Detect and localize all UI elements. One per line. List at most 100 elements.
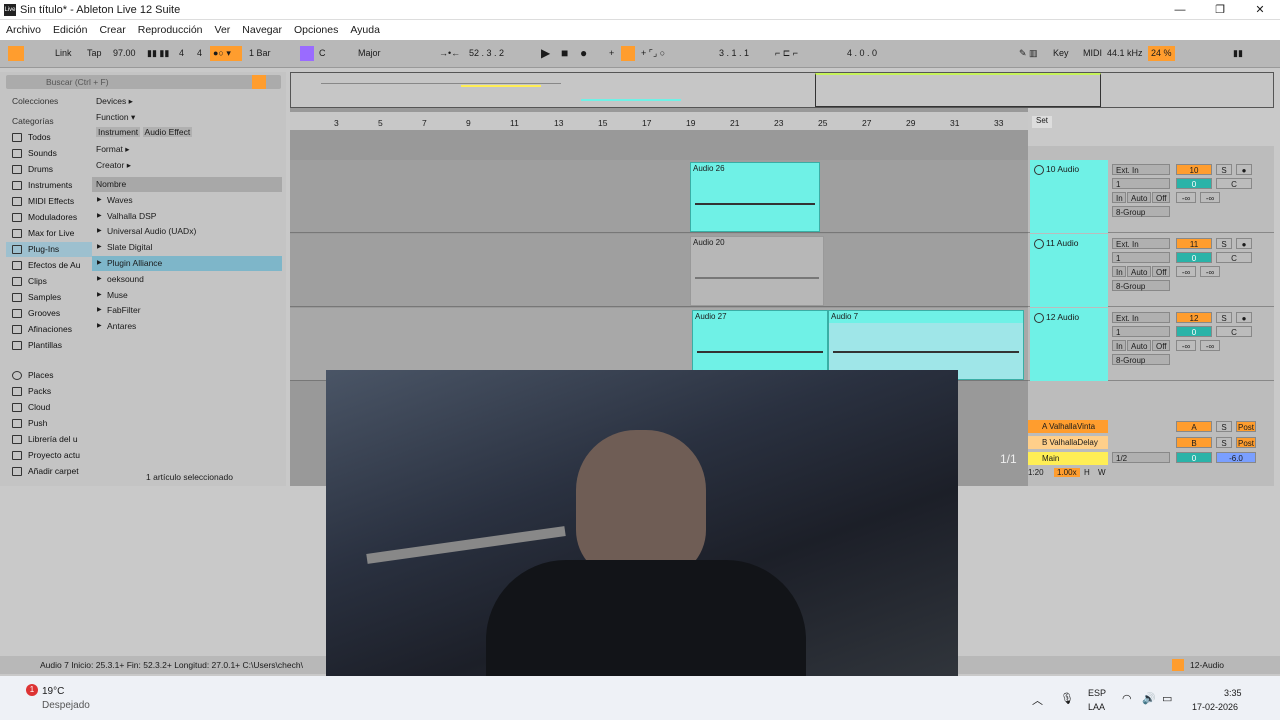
category-plug-ins[interactable]: Plug-Ins	[6, 242, 92, 257]
solo-button[interactable]: S	[1216, 437, 1232, 448]
category-efectos-de-audio[interactable]: Efectos de Au	[6, 258, 92, 273]
send-a-field[interactable]: -∞	[1176, 192, 1196, 203]
menu-crear[interactable]: Crear	[93, 20, 131, 40]
close-icon[interactable]: ✕	[1240, 2, 1280, 18]
list-item[interactable]: Plugin Alliance	[92, 256, 282, 271]
input-type-select[interactable]: Ext. In	[1112, 312, 1170, 323]
input-channel-select[interactable]: 1	[1112, 326, 1170, 337]
menu-edicion[interactable]: Edición	[47, 20, 93, 40]
set-button[interactable]: Set	[1032, 116, 1052, 128]
link-button[interactable]: Link	[52, 46, 75, 61]
midi-map-button[interactable]: MIDI	[1080, 46, 1105, 61]
volume-icon[interactable]: 🔊	[1142, 692, 1156, 705]
speed-field[interactable]: 1.00x	[1054, 468, 1080, 477]
monitor-off-button[interactable]: Off	[1152, 266, 1170, 277]
return-b-name[interactable]: B ValhallaDelay	[1028, 436, 1108, 449]
solo-button[interactable]: S	[1216, 164, 1232, 175]
menu-opciones[interactable]: Opciones	[288, 20, 344, 40]
clip-audio-26[interactable]: Audio 26	[690, 162, 820, 232]
record-icon[interactable]: ●	[577, 46, 590, 61]
menu-navegar[interactable]: Navegar	[236, 20, 288, 40]
solo-button[interactable]: S	[1216, 312, 1232, 323]
category-moduladores[interactable]: Moduladores	[6, 210, 92, 225]
output-select[interactable]: 8-Group	[1112, 206, 1170, 217]
filter-creator[interactable]: Creator ▸	[92, 158, 282, 173]
menu-archivo[interactable]: Archivo	[0, 20, 47, 40]
arm-icon[interactable]: ●	[1236, 312, 1252, 323]
metronome-icon[interactable]: ▮▮ ▮▮	[144, 46, 172, 61]
pan-field[interactable]: C	[1216, 178, 1252, 189]
monitor-in-button[interactable]: In	[1112, 266, 1126, 277]
monitor-in-button[interactable]: In	[1112, 192, 1126, 203]
arrangement-overview[interactable]	[290, 72, 1274, 108]
menu-ayuda[interactable]: Ayuda	[344, 20, 386, 40]
list-item[interactable]: FabFilter	[92, 303, 282, 318]
tag-instrument[interactable]: Instrument	[96, 127, 141, 137]
track-name[interactable]: 12 Audio	[1030, 308, 1108, 381]
category-midi-effects[interactable]: MIDI Effects	[6, 194, 92, 209]
loop-length[interactable]: 4 . 0 . 0	[844, 46, 880, 61]
input-type-select[interactable]: Ext. In	[1112, 164, 1170, 175]
loop-icon[interactable]: ⌐ ⊏ ⌐	[772, 46, 801, 61]
key-map-button[interactable]: Key	[1050, 46, 1072, 61]
beat-ruler[interactable]: 3 5 7 9 11 13 15 17 19 21 23 25 27 29 31…	[290, 112, 1028, 130]
key-select[interactable]: C	[316, 46, 329, 61]
post-button[interactable]: Post	[1236, 421, 1256, 432]
scale-mode-icon[interactable]	[300, 46, 314, 61]
pan-field[interactable]: C	[1216, 326, 1252, 337]
send-b-field[interactable]: -∞	[1200, 192, 1220, 203]
monitor-auto-button[interactable]: Auto	[1127, 340, 1151, 351]
tray-chevron-icon[interactable]: ︿	[1032, 692, 1043, 708]
output-select[interactable]: 8-Group	[1112, 354, 1170, 365]
scale-select[interactable]: Major	[355, 46, 384, 61]
place-packs[interactable]: Packs	[6, 384, 92, 399]
re-enable-icon[interactable]: + ⌜⌟ ○	[638, 46, 668, 61]
overdub-icon[interactable]: +	[606, 46, 617, 61]
volume-field[interactable]: 0	[1176, 326, 1212, 337]
main-track-name[interactable]: Main	[1028, 452, 1108, 465]
signature-denominator[interactable]: 4	[194, 46, 205, 61]
track-lane-11[interactable]: Audio 20	[290, 234, 1028, 307]
loop-start[interactable]: 3 . 1 . 1	[716, 46, 752, 61]
main-output-select[interactable]: 1/2	[1112, 452, 1170, 463]
volume-field[interactable]: 0	[1176, 178, 1212, 189]
battery-icon[interactable]: ▭	[1162, 692, 1172, 705]
return-a-name[interactable]: A ValhallaVinta	[1028, 420, 1108, 433]
track-name[interactable]: 11 Audio	[1030, 234, 1108, 307]
browser-toggle-icon[interactable]	[8, 46, 24, 61]
clock-time[interactable]: 3:35	[1224, 688, 1242, 698]
input-type-select[interactable]: Ext. In	[1112, 238, 1170, 249]
name-column-header[interactable]: Nombre	[92, 177, 282, 192]
microphone-icon[interactable]: 🎙	[1060, 692, 1074, 705]
main-volume[interactable]: 0	[1176, 452, 1212, 463]
category-samples[interactable]: Samples	[6, 290, 92, 305]
place-current-project[interactable]: Proyecto actu	[6, 448, 92, 463]
input-channel-select[interactable]: 1	[1112, 252, 1170, 263]
filter-function[interactable]: Function ▾	[92, 110, 282, 125]
send-a-field[interactable]: -∞	[1176, 340, 1196, 351]
clock-date[interactable]: 17-02-2026	[1192, 702, 1238, 712]
play-icon[interactable]: ▶	[538, 46, 553, 61]
language-code[interactable]: ESP	[1088, 688, 1106, 698]
filter-format[interactable]: Format ▸	[92, 142, 282, 157]
track-number[interactable]: 10	[1176, 164, 1212, 175]
keyboard-layout[interactable]: LAA	[1088, 702, 1105, 712]
category-clips[interactable]: Clips	[6, 274, 92, 289]
h-button[interactable]: H	[1084, 468, 1090, 477]
stop-icon[interactable]: ■	[558, 46, 571, 61]
monitor-auto-button[interactable]: Auto	[1127, 266, 1151, 277]
follow-icon[interactable]: →•←	[436, 46, 463, 61]
track-name[interactable]: 10 Audio	[1030, 160, 1108, 233]
list-item[interactable]: Slate Digital	[92, 240, 282, 255]
draw-mode-icon[interactable]: ✎ ▥	[1016, 46, 1041, 61]
output-select[interactable]: 8-Group	[1112, 280, 1170, 291]
list-item[interactable]: Universal Audio (UADx)	[92, 224, 282, 239]
send-b-field[interactable]: -∞	[1200, 266, 1220, 277]
weather-temp[interactable]: 19°C	[42, 686, 64, 697]
track-number[interactable]: 11	[1176, 238, 1212, 249]
tap-button[interactable]: Tap	[84, 46, 105, 61]
song-position[interactable]: 52 . 3 . 2	[466, 46, 507, 61]
send-b-field[interactable]: -∞	[1200, 340, 1220, 351]
arm-icon[interactable]: ●	[1236, 164, 1252, 175]
monitor-in-button[interactable]: In	[1112, 340, 1126, 351]
